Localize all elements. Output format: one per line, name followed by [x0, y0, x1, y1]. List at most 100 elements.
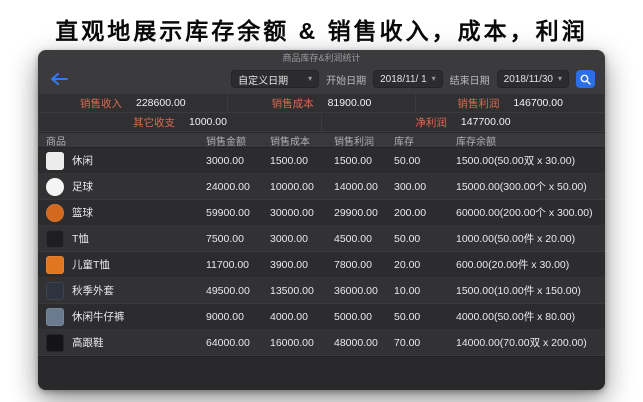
sales-income-label: 销售收入	[80, 96, 122, 111]
header-stock-balance: 库存余额	[448, 133, 605, 148]
sales-profit-cell: 36000.00	[326, 285, 386, 297]
stock-cell: 50.00	[386, 311, 448, 323]
sales-profit-cell: 14000.00	[326, 181, 386, 193]
stock-balance-cell: 1500.00(10.00件 x 150.00)	[448, 283, 605, 298]
back-button[interactable]	[48, 71, 70, 87]
product-name: 篮球	[72, 205, 93, 220]
sales-cost-cell: 3900.00	[262, 259, 326, 271]
product-name: 休闲	[72, 153, 93, 168]
product-cell: T恤	[38, 230, 198, 248]
sales-cost-cell: 销售成本 81900.00	[228, 94, 416, 112]
app-window: 商品库存&利润统计 自定义日期 ▾ 开始日期 2018/11/ 1 ▾ 结束日期…	[38, 50, 605, 390]
header-sales-profit: 销售利润	[326, 133, 386, 148]
date-range-select[interactable]: 自定义日期 ▾	[231, 70, 319, 88]
stock-balance-cell: 14000.00(70.00双 x 200.00)	[448, 335, 605, 350]
product-cell: 高跟鞋	[38, 334, 198, 352]
table-row[interactable]: 儿童T恤 11700.00 3900.00 7800.00 20.00 600.…	[38, 252, 605, 278]
sales-cost-cell: 4000.00	[262, 311, 326, 323]
search-button[interactable]	[576, 70, 595, 88]
product-cell: 休闲	[38, 152, 198, 170]
product-thumbnail	[46, 230, 64, 248]
product-cell: 儿童T恤	[38, 256, 198, 274]
toolbar: 自定义日期 ▾ 开始日期 2018/11/ 1 ▾ 结束日期 2018/11/3…	[38, 65, 605, 93]
sales-amount-cell: 64000.00	[198, 337, 262, 349]
product-name: 秋季外套	[72, 283, 114, 298]
sales-profit-cell: 销售利润 146700.00	[416, 94, 604, 112]
end-date-label: 结束日期	[450, 72, 490, 87]
table-row[interactable]: 秋季外套 49500.00 13500.00 36000.00 10.00 15…	[38, 278, 605, 304]
sales-amount-cell: 11700.00	[198, 259, 262, 271]
summary-row-2: 其它收支 1000.00 净利润 147700.00	[39, 113, 604, 131]
stock-balance-cell: 15000.00(300.00个 x 50.00)	[448, 179, 605, 194]
sales-amount-cell: 7500.00	[198, 233, 262, 245]
sales-income-value: 228600.00	[136, 97, 186, 109]
start-date-picker[interactable]: 2018/11/ 1 ▾	[373, 70, 443, 88]
product-name: 足球	[72, 179, 93, 194]
stock-cell: 50.00	[386, 155, 448, 167]
stock-cell: 300.00	[386, 181, 448, 193]
table-row[interactable]: 高跟鞋 64000.00 16000.00 48000.00 70.00 140…	[38, 330, 605, 356]
table-row[interactable]: 休闲 3000.00 1500.00 1500.00 50.00 1500.00…	[38, 148, 605, 174]
product-thumbnail	[46, 204, 64, 222]
sales-amount-cell: 24000.00	[198, 181, 262, 193]
other-income-cell: 其它收支 1000.00	[39, 113, 321, 131]
table-header: 商品 销售金额 销售成本 销售利润 库存 库存余额	[38, 132, 605, 148]
stock-cell: 10.00	[386, 285, 448, 297]
product-thumbnail	[46, 152, 64, 170]
table-row[interactable]: 足球 24000.00 10000.00 14000.00 300.00 150…	[38, 174, 605, 200]
product-cell: 篮球	[38, 204, 198, 222]
sales-income-cell: 销售收入 228600.00	[39, 94, 227, 112]
search-icon	[580, 74, 591, 85]
product-name: 高跟鞋	[72, 335, 104, 350]
chevron-down-icon: ▾	[558, 75, 562, 83]
stock-balance-cell: 4000.00(50.00件 x 80.00)	[448, 309, 605, 324]
sales-cost-cell: 13500.00	[262, 285, 326, 297]
table-body: 休闲 3000.00 1500.00 1500.00 50.00 1500.00…	[38, 148, 605, 356]
sales-amount-cell: 9000.00	[198, 311, 262, 323]
table-row[interactable]: 休闲牛仔裤 9000.00 4000.00 5000.00 50.00 4000…	[38, 304, 605, 330]
sales-cost-cell: 1500.00	[262, 155, 326, 167]
product-thumbnail	[46, 282, 64, 300]
product-thumbnail	[46, 308, 64, 326]
stock-balance-cell: 1500.00(50.00双 x 30.00)	[448, 153, 605, 168]
sales-profit-cell: 48000.00	[326, 337, 386, 349]
header-sales-amount: 销售金额	[198, 133, 262, 148]
page-headline: 直观地展示库存余额 & 销售收入，成本，利润	[0, 0, 643, 46]
sales-profit-cell: 4500.00	[326, 233, 386, 245]
product-name: 休闲牛仔裤	[72, 309, 125, 324]
window-footer	[38, 356, 605, 390]
header-stock: 库存	[386, 133, 448, 148]
back-arrow-icon	[50, 73, 68, 85]
summary-panel: 销售收入 228600.00 销售成本 81900.00 销售利润 146700…	[38, 93, 605, 132]
toolbar-controls: 自定义日期 ▾ 开始日期 2018/11/ 1 ▾ 结束日期 2018/11/3…	[231, 70, 595, 88]
sales-amount-cell: 59900.00	[198, 207, 262, 219]
product-thumbnail	[46, 256, 64, 274]
page: { "page": { "headline": "直观地展示库存余额 & 销售收…	[0, 0, 643, 402]
table-row[interactable]: T恤 7500.00 3000.00 4500.00 50.00 1000.00…	[38, 226, 605, 252]
sales-cost-cell: 10000.00	[262, 181, 326, 193]
header-product: 商品	[38, 133, 198, 148]
sales-profit-label: 销售利润	[457, 96, 499, 111]
product-cell: 足球	[38, 178, 198, 196]
sales-profit-cell: 1500.00	[326, 155, 386, 167]
start-date-label: 开始日期	[326, 72, 366, 87]
end-date-picker[interactable]: 2018/11/30 ▾	[497, 70, 569, 88]
sales-cost-cell: 16000.00	[262, 337, 326, 349]
stock-balance-cell: 600.00(20.00件 x 30.00)	[448, 257, 605, 272]
chevron-down-icon: ▾	[432, 75, 436, 83]
stock-cell: 20.00	[386, 259, 448, 271]
sales-profit-cell: 7800.00	[326, 259, 386, 271]
sales-cost-value: 81900.00	[328, 97, 372, 109]
sales-cost-label: 销售成本	[272, 96, 314, 111]
stock-cell: 50.00	[386, 233, 448, 245]
stock-balance-cell: 60000.00(200.00个 x 300.00)	[448, 205, 605, 220]
product-cell: 休闲牛仔裤	[38, 308, 198, 326]
chevron-down-icon: ▾	[308, 75, 312, 83]
sales-profit-cell: 29900.00	[326, 207, 386, 219]
summary-row-1: 销售收入 228600.00 销售成本 81900.00 销售利润 146700…	[39, 94, 604, 112]
window-title: 商品库存&利润统计	[282, 51, 360, 64]
sales-cost-cell: 3000.00	[262, 233, 326, 245]
table-row[interactable]: 篮球 59900.00 30000.00 29900.00 200.00 600…	[38, 200, 605, 226]
stock-balance-cell: 1000.00(50.00件 x 20.00)	[448, 231, 605, 246]
window-titlebar[interactable]: 商品库存&利润统计	[38, 50, 605, 65]
